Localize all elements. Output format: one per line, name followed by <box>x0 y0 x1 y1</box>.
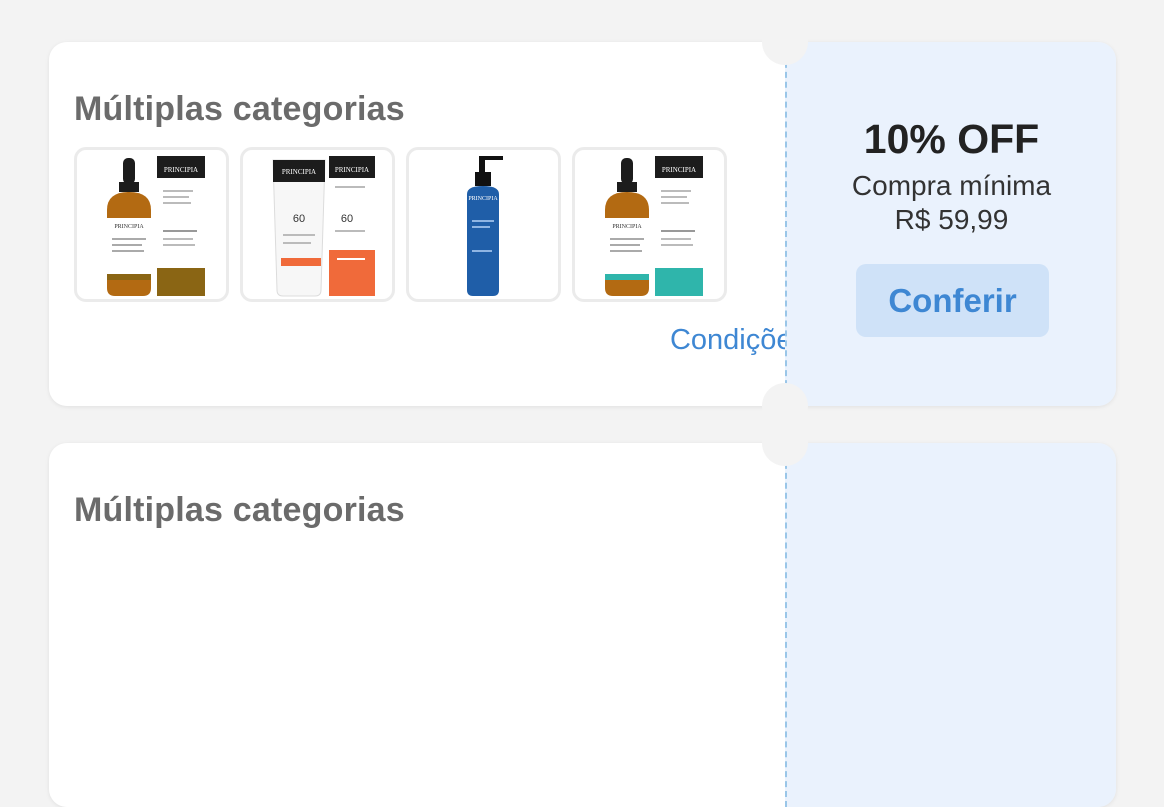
minimum-purchase-label: Compra mínima <box>851 170 1052 201</box>
coupon-offer-panel: 10% OFF Compra mínima R$ 59,99 Conferir <box>785 42 1116 406</box>
coupon-title: Múltiplas categorias <box>74 90 405 128</box>
ticket-notch <box>762 19 808 65</box>
svg-text:PRINCIPIA: PRINCIPIA <box>662 166 696 174</box>
svg-text:60: 60 <box>293 213 305 225</box>
coupon-offer-panel <box>785 443 1116 807</box>
svg-text:PRINCIPIA: PRINCIPIA <box>468 196 498 202</box>
product-thumbnails: PRINCIPIA PRINCIPIA PRINCIPIA 60 PRINCIP… <box>74 147 727 302</box>
svg-text:60: 60 <box>341 213 353 225</box>
svg-text:PRINCIPIA: PRINCIPIA <box>335 166 369 174</box>
product-thumbnail[interactable]: PRINCIPIA PRINCIPIA <box>572 147 727 302</box>
coupon-title: Múltiplas categorias <box>74 491 405 529</box>
ticket-notch <box>762 420 808 466</box>
coupon-card: Múltiplas categorias <box>49 443 1116 807</box>
product-thumbnail[interactable]: PRINCIPIA 60 PRINCIPIA 60 <box>240 147 395 302</box>
svg-text:PRINCIPIA: PRINCIPIA <box>114 224 144 230</box>
svg-text:PRINCIPIA: PRINCIPIA <box>164 166 198 174</box>
minimum-purchase-value: R$ 59,99 <box>894 204 1009 235</box>
product-thumbnail[interactable]: PRINCIPIA PRINCIPIA <box>74 147 229 302</box>
svg-text:PRINCIPIA: PRINCIPIA <box>282 168 316 176</box>
svg-text:PRINCIPIA: PRINCIPIA <box>612 224 642 230</box>
conferir-button[interactable]: Conferir <box>856 264 1049 337</box>
coupon-card: Múltiplas categorias PRINCIPIA PRINCIPIA… <box>49 42 1116 406</box>
discount-label: 10% OFF <box>863 116 1040 162</box>
coupon-details: Múltiplas categorias PRINCIPIA PRINCIPIA… <box>49 42 807 406</box>
coupon-details: Múltiplas categorias <box>49 443 785 807</box>
product-thumbnail[interactable]: PRINCIPIA <box>406 147 561 302</box>
